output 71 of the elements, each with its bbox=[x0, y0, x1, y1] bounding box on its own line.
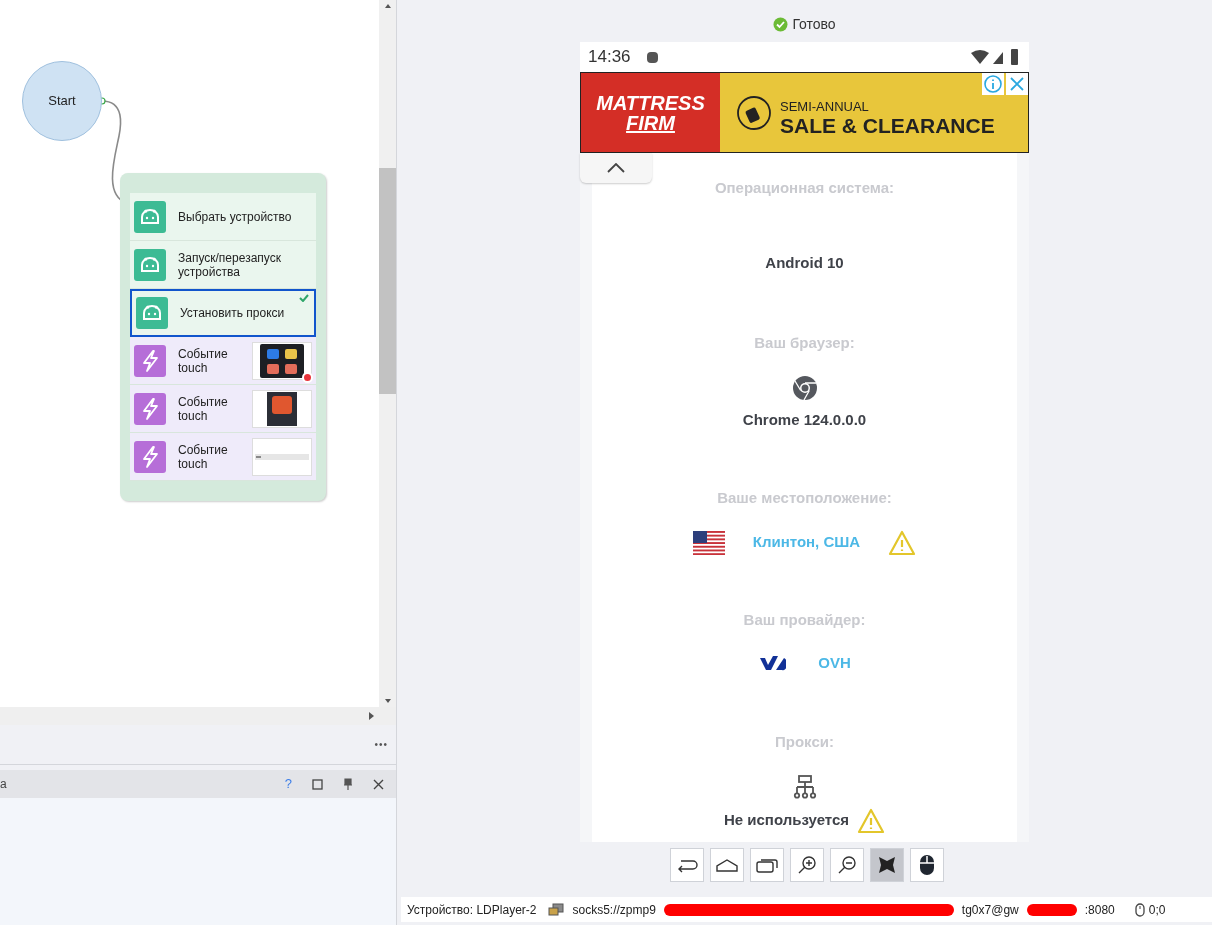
toolbar-button[interactable] bbox=[829, 848, 864, 882]
chrome-logo-icon bbox=[791, 374, 818, 401]
status-icons bbox=[971, 48, 1021, 66]
action-group[interactable]: Выбрать устройство Запуск/перезапуск устройства Установить прокси Событие touch Событие touch Событие touch bbox=[120, 173, 326, 501]
price-tag-icon bbox=[736, 94, 772, 131]
action-label: Событие touch bbox=[178, 442, 229, 471]
action-block[interactable]: Событие touch bbox=[130, 385, 316, 433]
action-label: Выбрать устройство bbox=[178, 209, 293, 224]
proxy-text: tg0x7@gw bbox=[961, 901, 1019, 919]
info-value: Chrome 124.0.0.0 bbox=[742, 409, 867, 430]
app-screen-drawing bbox=[267, 391, 297, 426]
more-button[interactable]: ••• bbox=[374, 737, 388, 752]
panel-title: a bbox=[0, 776, 7, 793]
start-node[interactable]: Start bbox=[22, 61, 102, 141]
action-block[interactable]: Установить прокси bbox=[130, 289, 316, 337]
info-value: Клинтон, США bbox=[752, 532, 861, 553]
status-text: Готово bbox=[792, 14, 836, 34]
info-icon[interactable] bbox=[982, 73, 1004, 95]
provider-logo-icon bbox=[758, 653, 787, 672]
lightning-icon bbox=[134, 392, 166, 425]
ad-brand: FIRM bbox=[626, 112, 675, 133]
clock-text: 14:36 bbox=[588, 46, 631, 69]
action-label: Событие touch bbox=[178, 394, 229, 423]
proxy-text: socks5://zpmp9 bbox=[572, 901, 656, 919]
vertical-scrollbar[interactable] bbox=[379, 0, 396, 707]
success-icon bbox=[773, 16, 789, 32]
android-icon bbox=[134, 248, 166, 281]
action-label: Установить прокси bbox=[180, 306, 286, 320]
action-block[interactable]: Выбрать устройство bbox=[130, 193, 316, 241]
device-text: Устройство: LDPlayer-2 bbox=[407, 901, 537, 919]
scroll-right-icon[interactable] bbox=[369, 712, 374, 720]
action-block[interactable]: Событие touch bbox=[130, 337, 316, 385]
computers-icon bbox=[548, 902, 565, 917]
info-value: Не используется bbox=[723, 810, 850, 831]
proxy-text: :8080 bbox=[1084, 901, 1115, 919]
action-label: Событие touch bbox=[178, 346, 229, 375]
horizontal-scrollbar[interactable] bbox=[0, 707, 396, 725]
ad-tagline: SEMI-ANNUAL bbox=[780, 99, 869, 114]
chevron-up-icon bbox=[607, 163, 625, 173]
lightning-icon bbox=[134, 440, 166, 473]
notification-icon bbox=[646, 51, 658, 63]
scroll-thumb[interactable] bbox=[379, 168, 396, 394]
blank-screen-drawing bbox=[255, 453, 309, 460]
scroll-up-icon[interactable] bbox=[384, 4, 391, 8]
close-icon[interactable] bbox=[373, 778, 384, 790]
action-block[interactable]: Запуск/перезапуск устройства bbox=[130, 241, 316, 289]
coordinates-text: 0;0 bbox=[1148, 901, 1166, 919]
collapse-tab[interactable] bbox=[580, 153, 652, 183]
toolbar-button[interactable] bbox=[789, 848, 824, 882]
ad-headline: SALE & CLEARANCE bbox=[780, 113, 995, 138]
info-value: OVH bbox=[818, 652, 851, 673]
action-block[interactable]: Событие touch bbox=[130, 433, 316, 481]
action-label: Запуск/перезапуск устройства bbox=[178, 250, 282, 279]
flag-icon bbox=[692, 530, 725, 555]
warning-icon bbox=[857, 807, 886, 834]
android-icon bbox=[134, 200, 166, 233]
ad-banner[interactable]: MATTRESS FIRM SEMI-ANNUAL SALE & CLEARANCE bbox=[580, 72, 1029, 153]
toolbar-button[interactable] bbox=[869, 848, 904, 882]
pin-icon[interactable] bbox=[343, 778, 353, 790]
app-icons-drawing bbox=[260, 343, 304, 378]
network-icon bbox=[791, 773, 818, 800]
toolbar-button[interactable] bbox=[909, 848, 944, 882]
warning-icon bbox=[888, 529, 917, 556]
ad-brand: MATTRESS bbox=[596, 92, 705, 113]
info-value: Android 10 bbox=[765, 252, 844, 273]
mouse-icon bbox=[1134, 902, 1145, 917]
lightning-icon bbox=[134, 344, 166, 377]
redaction-mark bbox=[1026, 903, 1077, 916]
scroll-down-icon[interactable] bbox=[384, 699, 391, 703]
android-icon bbox=[136, 297, 168, 329]
maximize-icon[interactable] bbox=[312, 778, 323, 790]
